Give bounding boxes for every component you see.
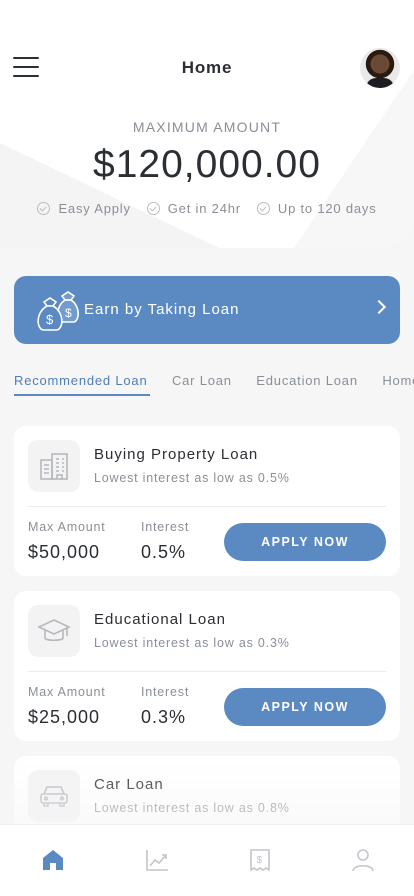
bottom-nav: $ [0, 824, 414, 896]
features-row: Easy Apply Get in 24hr Up to 120 days [0, 201, 414, 216]
loan-subtitle: Lowest interest as low as 0.8% [94, 801, 290, 815]
money-bags-icon: $ $ [37, 291, 79, 331]
feature-up-to-120-days: Up to 120 days [256, 201, 377, 216]
loan-name: Buying Property Loan [94, 446, 259, 463]
svg-text:$: $ [257, 855, 263, 866]
loan-name: Car Loan [94, 776, 164, 793]
earn-loan-banner[interactable]: $ $ Earn by Taking Loan [14, 276, 400, 344]
max-amount-value: $120,000.00 [93, 143, 321, 186]
avatar[interactable] [360, 48, 400, 88]
loan-card-property: Buying Property Loan Lowest interest as … [14, 426, 400, 576]
max-amount-label: Max Amount [28, 685, 106, 699]
svg-text:$: $ [65, 306, 72, 320]
car-icon [28, 770, 80, 822]
check-circle-icon [37, 202, 51, 215]
banner-label: Earn by Taking Loan [84, 301, 240, 318]
max-amount-label: Max Amount [28, 520, 106, 534]
interest-value: 0.3% [141, 707, 187, 727]
svg-text:$: $ [46, 312, 54, 327]
tab-education-loan[interactable]: Education Loan [256, 373, 358, 396]
feature-label: Get in 24hr [167, 201, 241, 216]
divider [28, 671, 386, 672]
chart-icon[interactable] [142, 845, 172, 875]
tab-car-loan[interactable]: Car Loan [172, 373, 232, 396]
loan-name: Educational Loan [94, 611, 226, 628]
interest-label: Interest [141, 520, 190, 534]
feature-easy-apply: Easy Apply [37, 201, 130, 216]
max-amount-value: $50,000 [28, 542, 101, 562]
interest-value: 0.5% [141, 542, 187, 562]
chevron-right-icon [371, 299, 387, 315]
home-icon[interactable] [38, 845, 68, 875]
top-bar: Home [0, 44, 414, 92]
interest-label: Interest [141, 685, 190, 699]
loan-tabs: Recommended Loan Car Loan Education Loan… [14, 372, 414, 402]
graduation-cap-icon [28, 605, 80, 657]
loan-subtitle: Lowest interest as low as 0.3% [94, 636, 290, 650]
check-circle-icon [256, 202, 270, 215]
tab-recommended-loan[interactable]: Recommended Loan [14, 373, 149, 396]
feature-label: Up to 120 days [277, 201, 377, 216]
building-icon [28, 440, 80, 492]
max-amount-value: $25,000 [28, 707, 101, 727]
page-title: Home [181, 58, 233, 77]
receipt-icon[interactable]: $ [245, 845, 275, 875]
loan-card-educational: Educational Loan Lowest interest as low … [14, 591, 400, 741]
apply-now-button[interactable]: APPLY NOW [224, 523, 386, 561]
tab-home[interactable]: Home [382, 373, 414, 396]
divider [28, 506, 386, 507]
feature-label: Easy Apply [58, 201, 131, 216]
check-circle-icon [146, 202, 160, 215]
profile-icon[interactable] [348, 845, 378, 875]
max-amount-label: MAXIMUM AMOUNT [132, 119, 282, 135]
feature-get-in-24hr: Get in 24hr [146, 201, 241, 216]
apply-now-button[interactable]: APPLY NOW [224, 688, 386, 726]
loan-subtitle: Lowest interest as low as 0.5% [94, 471, 290, 485]
